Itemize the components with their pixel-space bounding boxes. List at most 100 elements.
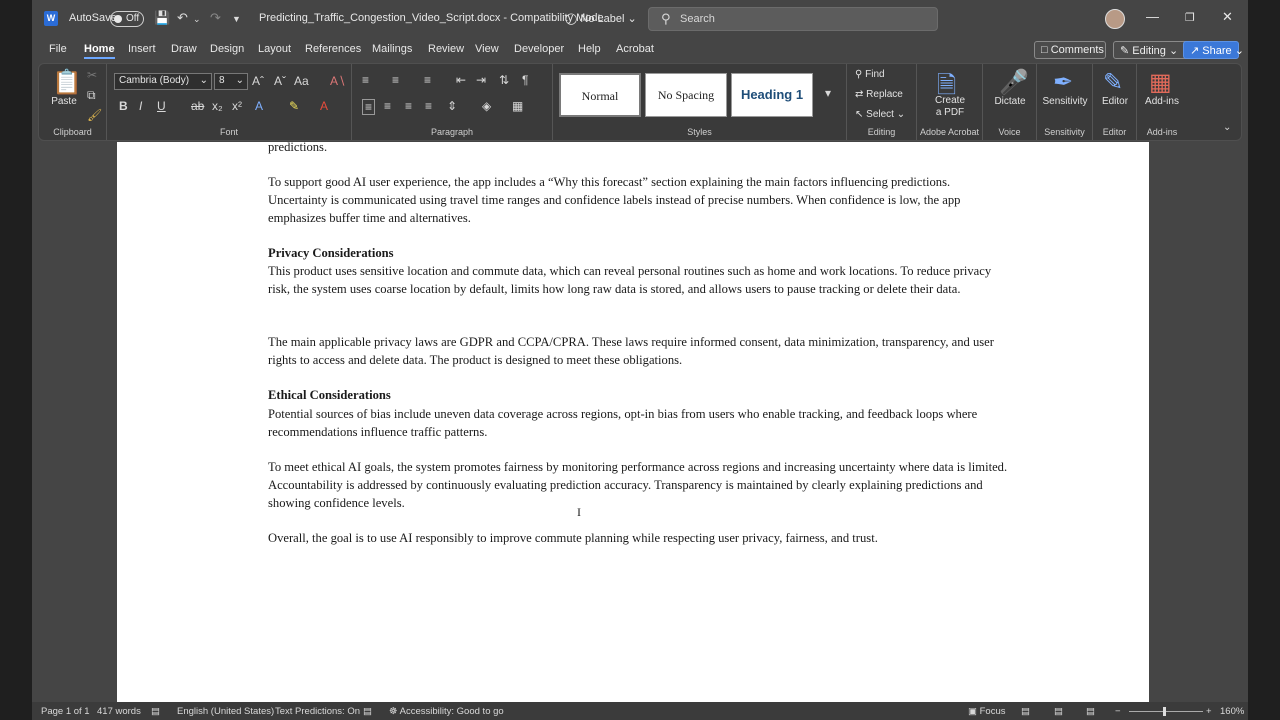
page-indicator[interactable]: Page 1 of 1 [41,706,90,717]
avatar[interactable] [1105,9,1125,29]
editor-icon[interactable]: ✎ [1103,68,1123,97]
create-pdf-label-1[interactable]: Create [917,95,983,106]
paragraph: predictions. [268,140,328,154]
align-center-icon[interactable]: ≡ [384,99,391,113]
search-box[interactable]: ⚲ Search [648,7,938,31]
tab-view[interactable]: View [475,43,499,55]
find-button[interactable]: ⚲ Find [855,69,885,80]
paste-label[interactable]: Paste [49,96,79,107]
proofing-icon[interactable]: ▤ [151,706,160,717]
tab-design[interactable]: Design [210,43,244,55]
format-painter-icon[interactable]: 🖌 [87,108,102,122]
print-layout-icon[interactable]: ▤ [1054,706,1063,717]
tab-file[interactable]: File [49,43,67,55]
text-predictions-status[interactable]: Text Predictions: On [275,706,360,717]
highlight-icon[interactable]: ✎ [289,99,299,113]
comments-button[interactable]: □ Comments [1034,41,1106,59]
borders-icon[interactable]: ▦ [512,99,523,113]
tab-insert[interactable]: Insert [128,43,156,55]
zoom-out-icon[interactable]: − [1115,706,1121,717]
font-color-icon[interactable]: A [320,99,328,113]
read-mode-icon[interactable]: ▤ [1021,706,1030,717]
language-indicator[interactable]: English (United States) [177,706,274,717]
numbering-icon[interactable]: ≡ [392,73,399,87]
save-icon[interactable]: 💾 [154,10,170,26]
tab-developer[interactable]: Developer [514,43,564,55]
undo-icon[interactable]: ↶ [177,10,188,26]
copy-icon[interactable]: ⧉ [87,88,96,103]
document-page[interactable]: predictions. To support good AI user exp… [117,140,1149,702]
restore-icon[interactable]: ❐ [1185,11,1195,24]
show-formatting-icon[interactable]: ¶ [522,73,528,87]
style-no-spacing[interactable]: No Spacing [645,73,727,117]
font-size-combo[interactable]: 8 ⌄ [214,73,248,90]
replace-label: Replace [866,89,903,100]
tab-references[interactable]: References [305,43,361,55]
create-pdf-label-2[interactable]: a PDF [917,107,983,118]
cut-icon[interactable]: ✂ [87,68,97,82]
tab-review[interactable]: Review [428,43,464,55]
justify-icon[interactable]: ≡ [425,99,432,113]
replace-button[interactable]: ⇄ Replace [855,89,903,100]
italic-icon[interactable]: I [139,99,142,113]
focus-button[interactable]: ▣ Focus [968,706,1006,717]
styles-more-icon[interactable]: ▾ [825,86,831,100]
sensitivity-icon[interactable]: ✒ [1053,68,1073,97]
undo-dropdown-icon[interactable]: ⌄ [193,14,201,25]
tab-help[interactable]: Help [578,43,601,55]
addins-button-label[interactable]: Add-ins [1137,96,1187,107]
multilevel-list-icon[interactable]: ≡ [424,73,431,87]
style-normal[interactable]: Normal [559,73,641,117]
share-button[interactable]: ↗ Share ⌄ [1183,41,1244,59]
autosave-toggle[interactable]: Off [110,11,144,27]
align-left-icon[interactable]: ≡ [362,99,376,115]
strikethrough-icon[interactable]: ab [191,99,204,113]
customize-qat-icon[interactable]: ▼ [232,14,241,24]
clear-formatting-icon[interactable]: A∖ [330,74,346,88]
bullets-icon[interactable]: ≡ [362,73,369,87]
word-count[interactable]: 417 words [97,706,141,717]
underline-icon[interactable]: U [157,99,166,113]
sensitivity-button-label[interactable]: Sensitivity [1037,96,1093,107]
minimize-icon[interactable]: — [1146,9,1159,24]
zoom-slider-track[interactable] [1129,711,1203,712]
sort-icon[interactable]: ⇅ [499,73,509,87]
zoom-slider-thumb[interactable] [1163,707,1166,716]
bold-icon[interactable]: B [119,99,128,113]
tab-mailings[interactable]: Mailings [372,43,412,55]
sensitivity-label-button[interactable]: ◯ No Label ⌄ [565,12,637,25]
increase-indent-icon[interactable]: ⇥ [476,73,486,87]
tab-acrobat[interactable]: Acrobat [616,43,654,55]
dictate-label[interactable]: Dictate [983,96,1037,107]
word-window: W AutoSave Off 💾 ↶ ⌄ ↷ ▼ Predicting_Traf… [32,0,1248,720]
macro-icon[interactable]: ▤ [363,706,372,717]
close-icon[interactable]: ✕ [1222,9,1233,25]
superscript-icon[interactable]: x² [232,99,242,113]
shrink-font-icon[interactable]: Aˇ [274,74,286,88]
addins-icon[interactable]: ▦ [1149,68,1172,97]
microphone-icon[interactable]: 🎤 [999,68,1029,97]
grow-font-icon[interactable]: Aˆ [252,74,264,88]
style-heading-1[interactable]: Heading 1 [731,73,813,117]
collapse-ribbon-icon[interactable]: ⌄ [1223,122,1231,133]
web-layout-icon[interactable]: ▤ [1086,706,1095,717]
zoom-level[interactable]: 160% [1220,706,1244,717]
subscript-icon[interactable]: x₂ [212,99,223,113]
font-name-combo[interactable]: Cambria (Body) ⌄ [114,73,212,90]
tab-layout[interactable]: Layout [258,43,291,55]
paste-icon[interactable]: 📋 [52,68,82,97]
decrease-indent-icon[interactable]: ⇤ [456,73,466,87]
editor-button-label[interactable]: Editor [1093,96,1137,107]
shading-icon[interactable]: ◈ [482,99,491,113]
line-spacing-icon[interactable]: ⇕ [447,99,457,113]
paragraph-group: ≡ ≡ ≡ ⇤ ⇥ ⇅ ¶ ≡ ≡ ≡ ≡ ⇕ ◈ ▦ Paragraph [352,64,553,140]
select-button[interactable]: ↖ Select ⌄ [855,109,905,120]
change-case-icon[interactable]: Aa [294,74,309,88]
tab-home[interactable]: Home [84,43,115,59]
text-effects-icon[interactable]: A [255,99,263,113]
align-right-icon[interactable]: ≡ [405,99,412,113]
redo-icon[interactable]: ↷ [210,10,221,26]
tab-draw[interactable]: Draw [171,43,197,55]
accessibility-status[interactable]: ☸ Accessibility: Good to go [389,706,504,717]
zoom-in-icon[interactable]: + [1206,706,1212,717]
